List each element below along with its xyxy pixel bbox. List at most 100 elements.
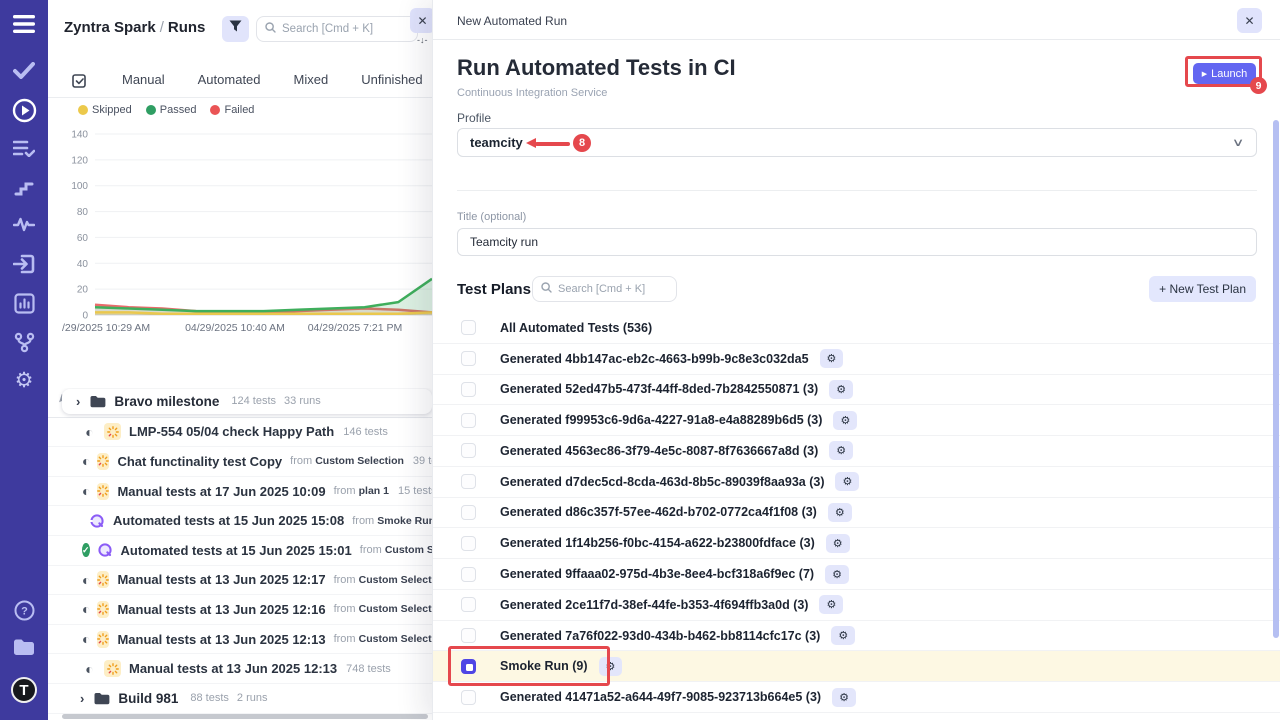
checkmark-icon[interactable]	[0, 62, 48, 79]
tab-automated[interactable]: Automated	[198, 72, 261, 87]
gear-icon[interactable]: ⚙	[829, 441, 853, 460]
steps-icon[interactable]	[0, 178, 48, 196]
breadcrumb-separator: /	[156, 19, 168, 36]
annotation-arrow	[526, 138, 570, 149]
run-row[interactable]: ◐LMP-554 05/04 check Happy Path146 tests	[48, 418, 432, 448]
folder-nav-icon[interactable]	[0, 638, 48, 656]
checkbox[interactable]	[461, 382, 476, 397]
test-plan-label: Generated 1f14b256-f0bc-4154-a622-b23800…	[500, 536, 815, 550]
tab-unfinished[interactable]: Unfinished	[361, 72, 422, 87]
checkbox[interactable]	[461, 413, 476, 428]
run-source: from Custom Selection	[334, 574, 432, 586]
bar-chart-icon[interactable]	[0, 293, 48, 314]
checkbox[interactable]	[461, 567, 476, 582]
group-runs-count: 33 runs	[284, 395, 321, 407]
checkbox[interactable]	[461, 320, 476, 335]
group-name: Build 981	[118, 691, 178, 706]
test-plan-row[interactable]: Generated 41471a52-a644-49f7-9085-923713…	[433, 682, 1280, 713]
new-test-plan-button[interactable]: + New Test Plan	[1149, 276, 1256, 302]
gear-icon[interactable]: ⚙	[826, 534, 850, 553]
run-group-row[interactable]: ›Build 98188 tests2 runs	[48, 684, 432, 714]
user-avatar[interactable]: T	[0, 677, 48, 703]
test-plan-row[interactable]: Generated 52ed47b5-473f-44ff-8ded-7b2842…	[433, 375, 1280, 406]
test-plan-label: Generated 4bb147ac-eb2c-4663-b99b-9c8e3c…	[500, 352, 809, 366]
run-group-row[interactable]: ›Bravo milestone124 tests33 runs	[48, 388, 432, 418]
test-plan-row[interactable]: Generated 4563ec86-3f79-4e5c-8087-8f7636…	[433, 436, 1280, 467]
test-plan-row[interactable]: Generated 2ce11f7d-38ef-44fe-b353-4f694f…	[433, 590, 1280, 621]
gear-icon[interactable]: ⚙	[835, 472, 859, 491]
run-title: Manual tests at 13 Jun 2025 12:13	[117, 632, 325, 647]
filter-button[interactable]	[222, 16, 249, 42]
legend-label: Passed	[160, 104, 197, 116]
gear-icon[interactable]: ⚙	[819, 595, 843, 614]
test-plan-row[interactable]: All Automated Tests (536)	[433, 313, 1280, 344]
checkbox[interactable]	[461, 351, 476, 366]
menu-icon[interactable]	[0, 15, 48, 33]
gear-icon[interactable]: ⚙	[825, 565, 849, 584]
checkbox[interactable]	[461, 474, 476, 489]
gear-icon[interactable]: ⚙	[831, 626, 855, 645]
selected-group-card[interactable]: ›Bravo milestone124 tests33 runs	[62, 389, 432, 414]
test-plan-row[interactable]: Generated d86c357f-57ee-462d-b702-0772ca…	[433, 498, 1280, 529]
list-check-icon[interactable]	[0, 140, 48, 157]
test-plan-row[interactable]: Generated f99953c6-9d6a-4227-91a8-e4a882…	[433, 405, 1280, 436]
test-plans-search-input[interactable]	[558, 283, 658, 295]
run-row[interactable]: ◐Manual tests at 17 Jun 2025 10:09from p…	[48, 477, 432, 507]
vertical-scrollbar[interactable]	[1273, 120, 1279, 638]
checkbox[interactable]	[461, 597, 476, 612]
horizontal-scrollbar[interactable]	[62, 714, 428, 719]
select-all-icon[interactable]	[72, 72, 88, 88]
manual-run-icon	[97, 453, 109, 470]
manual-run-icon	[97, 483, 109, 500]
runs-panel: Zyntra Spark/Runs ✕ -↓- ManualAutomatedM…	[48, 0, 432, 720]
tab-manual[interactable]: Manual	[122, 72, 165, 87]
manual-run-icon	[104, 423, 121, 440]
title-input[interactable]	[470, 235, 1244, 249]
runs-search[interactable]	[256, 16, 418, 42]
tab-mixed[interactable]: Mixed	[294, 72, 329, 87]
run-row[interactable]: Automated tests at 15 Jun 2025 15:08from…	[48, 506, 432, 536]
group-runs-count: 2 runs	[237, 692, 268, 704]
chevron-right-icon[interactable]: ›	[76, 394, 80, 409]
run-row[interactable]: ◐Manual tests at 13 Jun 2025 12:16from C…	[48, 595, 432, 625]
status-in-progress-icon: ◐	[82, 632, 90, 646]
checkbox[interactable]	[461, 628, 476, 643]
run-row[interactable]: ◐Manual tests at 13 Jun 2025 12:17from C…	[48, 566, 432, 596]
branch-icon[interactable]	[0, 332, 48, 353]
help-icon[interactable]: ?	[0, 600, 48, 621]
chevron-right-icon[interactable]: ›	[80, 691, 84, 706]
launch-button-label: Launch	[1211, 68, 1247, 80]
run-row[interactable]: ◐Manual tests at 13 Jun 2025 12:13748 te…	[48, 654, 432, 684]
runs-play-icon[interactable]	[0, 98, 48, 123]
test-plans-search[interactable]	[532, 276, 677, 302]
gear-icon[interactable]: ⚙	[833, 411, 857, 430]
launch-button[interactable]: ▶ Launch	[1193, 63, 1256, 84]
pulse-icon[interactable]	[0, 216, 48, 232]
test-plan-row[interactable]: Generated 1f14b256-f0bc-4154-a622-b23800…	[433, 528, 1280, 559]
run-row[interactable]: ◐Chat functinality test Copyfrom Custom …	[48, 447, 432, 477]
breadcrumb-project[interactable]: Zyntra Spark	[64, 19, 156, 36]
run-row[interactable]: ◐Manual tests at 13 Jun 2025 12:13from C…	[48, 625, 432, 655]
search-input[interactable]	[282, 23, 392, 35]
checkbox[interactable]	[461, 505, 476, 520]
test-plan-row[interactable]: Generated 4bb147ac-eb2c-4663-b99b-9c8e3c…	[433, 344, 1280, 375]
settings-gear-icon[interactable]: ⚙	[0, 368, 48, 393]
run-tests-count: 15 tests	[398, 485, 432, 497]
gear-icon[interactable]: ⚙	[829, 380, 853, 399]
checkbox[interactable]	[461, 690, 476, 705]
chevron-down-icon: ∨	[1232, 136, 1245, 149]
run-title: Manual tests at 13 Jun 2025 12:16	[117, 602, 325, 617]
manual-run-icon	[104, 660, 121, 677]
gear-icon[interactable]: ⚙	[832, 688, 856, 707]
test-plan-row[interactable]: Generated d7dec5cd-8cda-463d-8b5c-89039f…	[433, 467, 1280, 498]
gear-icon[interactable]: ⚙	[828, 503, 852, 522]
sign-in-icon[interactable]	[0, 254, 48, 274]
checkbox[interactable]	[461, 536, 476, 551]
checkbox[interactable]	[461, 443, 476, 458]
title-field[interactable]	[457, 228, 1257, 256]
gear-icon[interactable]: ⚙	[820, 349, 844, 368]
test-plan-row[interactable]: Generated 9ffaaa02-975d-4b3e-8ee4-bcf318…	[433, 559, 1280, 590]
run-row[interactable]: ✓Automated tests at 15 Jun 2025 15:01fro…	[48, 536, 432, 566]
svg-text:40: 40	[77, 259, 89, 270]
panel-close-button[interactable]: ✕	[1237, 8, 1262, 33]
